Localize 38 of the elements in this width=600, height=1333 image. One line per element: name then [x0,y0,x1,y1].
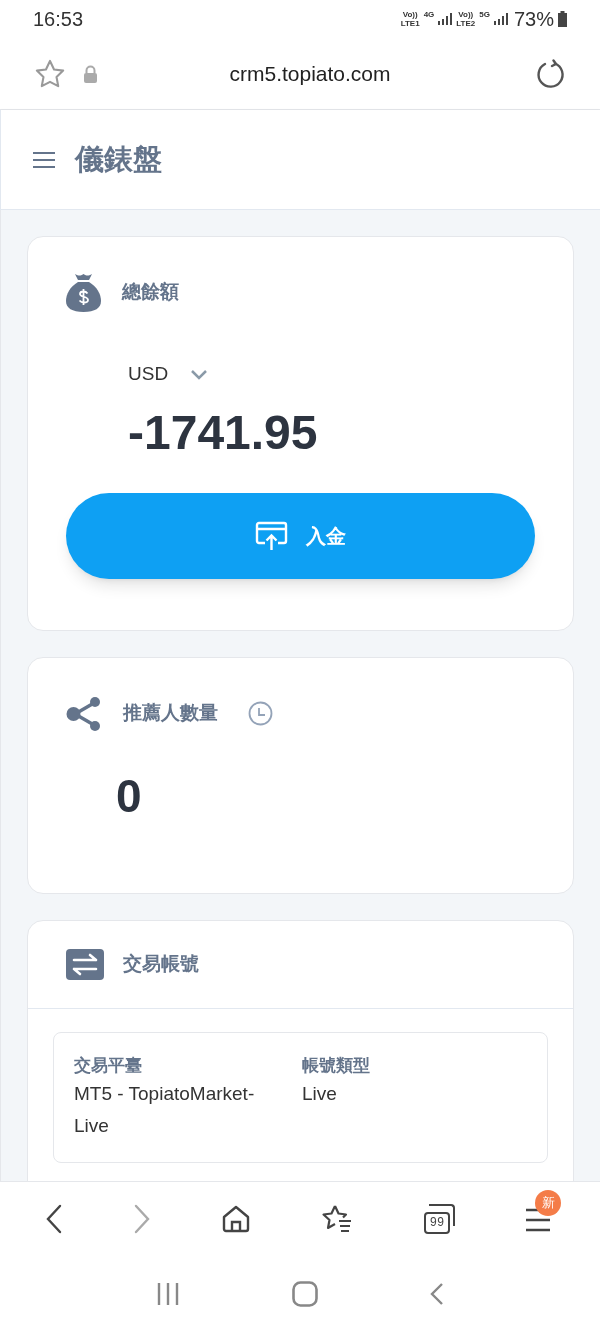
menu-icon[interactable] [525,1207,551,1233]
chevron-down-icon[interactable] [190,368,209,380]
field-label: 交易平臺 [74,1054,143,1077]
page-title: 儀錶盤 [75,141,162,177]
lock-icon [83,64,98,83]
referral-count: 0 [116,768,143,824]
card-title: 交易帳號 [123,951,199,976]
signal-icon [493,13,508,25]
new-badge: 新 [535,1190,561,1216]
volte-indicator: Vo)) LTE1 [400,10,420,28]
money-bag-icon [66,273,101,312]
menu-icon[interactable] [32,149,56,170]
network-type-label: 5G [479,10,490,19]
back-icon[interactable] [45,1204,63,1234]
field-value: MT5 - TopiatoMarket-Live [74,1082,256,1138]
deposit-icon [255,520,288,551]
battery-icon [558,11,567,27]
share-icon [66,695,102,732]
network-type-label: 4G [423,10,435,19]
bookmarks-icon[interactable] [321,1204,353,1234]
star-icon[interactable] [34,58,66,89]
currency-label[interactable]: USD [128,360,169,389]
card-title: 推薦人數量 [123,701,218,726]
field-value: Live [302,1082,338,1106]
field-label: 帳號類型 [302,1054,371,1077]
home-button-icon[interactable] [292,1280,318,1307]
recent-apps-icon[interactable] [156,1281,180,1306]
card-title: 總餘額 [122,280,179,305]
volte-indicator: Vo)) LTE2 [456,10,476,28]
battery-percent: 73% [513,7,554,32]
home-icon[interactable] [221,1204,251,1234]
swap-arrows-icon [66,948,104,980]
url-text[interactable]: crm5.topiato.com [98,57,522,90]
clock-icon[interactable] [248,701,273,726]
reload-icon[interactable] [536,58,566,89]
clock-time: 16:53 [33,7,84,32]
signal-icon [438,13,453,25]
balance-amount: -1741.95 [128,404,319,461]
